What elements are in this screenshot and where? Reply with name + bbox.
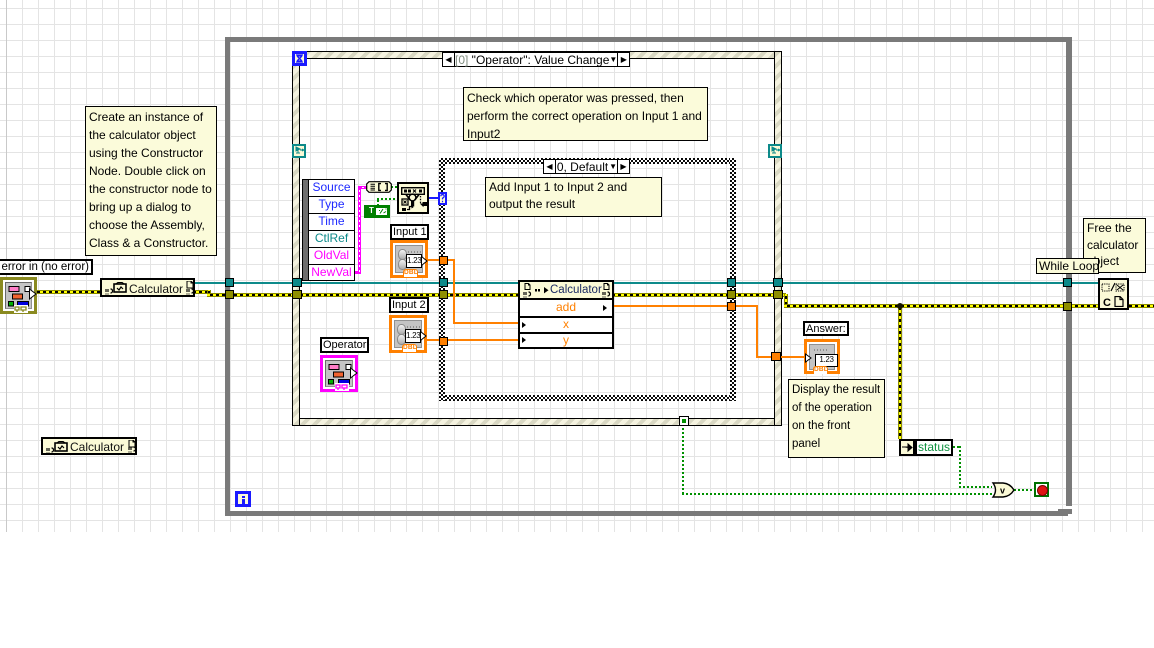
svg-text:v: v xyxy=(1000,486,1005,496)
